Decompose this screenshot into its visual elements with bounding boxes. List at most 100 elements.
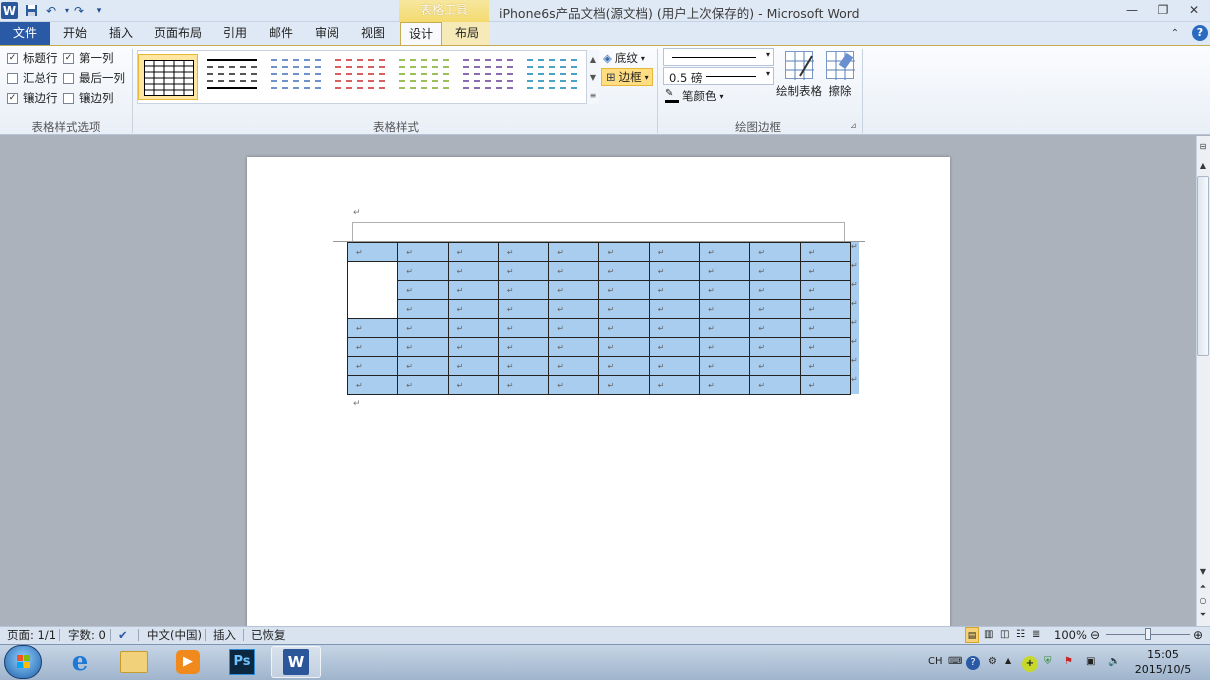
table-cell[interactable]: ↵ [346, 337, 399, 357]
draw-table-button[interactable]: 绘制表格 [776, 51, 822, 111]
outline-view-icon[interactable]: ☷ [1016, 627, 1025, 643]
table-cell[interactable]: ↵ [699, 356, 751, 376]
banded-columns-option[interactable]: 镶边列 [63, 89, 127, 107]
taskbar-ie[interactable]: e [55, 646, 105, 678]
clock-time[interactable]: 15:05 [1128, 648, 1198, 661]
volume-icon[interactable]: 🔈 [1108, 656, 1120, 667]
table-cell[interactable]: ↵ [799, 280, 852, 300]
table-cell[interactable]: ↵ [548, 318, 600, 338]
pen-color-button[interactable]: ✎ 笔颜色 ▾ [665, 88, 724, 104]
table-cell[interactable]: ↵ [749, 375, 801, 395]
table-cell[interactable]: ↵ [799, 261, 852, 281]
table-cell[interactable]: ↵ [346, 375, 399, 395]
table-cell[interactable]: ↵ [749, 318, 801, 338]
table-cell[interactable]: ↵ [598, 261, 650, 281]
table-cell[interactable]: ↵ [548, 356, 600, 376]
table-cell[interactable]: ↵ [497, 356, 550, 376]
eraser-button[interactable]: 擦除 [818, 51, 862, 111]
document-table[interactable]: ↵ ↵ ↵ ↵ ↵ ↵ ↵ ↵ ↵ ↵ ↵ ↵ ↵ ↵ ↵ ↵ ↵ ↵ ↵ ↵ ↵ ↵ ↵ ↵ ↵ ↵ ↵ ↵ ↵ ↵ ↵ ↵ ↵ ↵ ↵ ↵ ↵ ↵ ↵ ↵… [346, 242, 852, 395]
minimize-icon[interactable]: — [1117, 1, 1147, 19]
zoom-in-icon[interactable]: ⊕ [1193, 627, 1203, 643]
zoom-slider-thumb[interactable] [1145, 628, 1151, 640]
help-tray-icon[interactable]: ? [966, 656, 980, 670]
table-cell[interactable]: ↵ [598, 318, 650, 338]
table-cell[interactable]: ↵ [699, 375, 751, 395]
insert-mode-indicator[interactable]: 插入 [213, 627, 236, 643]
table-style-thumb[interactable] [394, 54, 454, 100]
full-screen-reading-icon[interactable]: ▥ [984, 627, 993, 643]
table-cell[interactable]: ↵ [397, 242, 449, 262]
table-cell[interactable]: ↵ [699, 318, 751, 338]
dialog-launcher-icon[interactable]: ⊿ [850, 121, 857, 130]
tab-insert[interactable]: 插入 [102, 22, 140, 45]
zoom-level[interactable]: 100% [1054, 627, 1087, 643]
table-cell[interactable]: ↵ [397, 299, 449, 319]
table-cell[interactable]: ↵ [497, 261, 550, 281]
header-row-option[interactable]: ✓ 标题行 [7, 49, 67, 67]
table-cell[interactable]: ↵ [397, 375, 449, 395]
table-cell[interactable]: ↵ [598, 337, 650, 357]
merged-cell[interactable] [346, 261, 399, 319]
table-cell[interactable]: ↵ [497, 318, 550, 338]
table-cell[interactable]: ↵ [447, 375, 499, 395]
tab-layout[interactable]: 布局 [448, 22, 486, 45]
table-cell[interactable]: ↵ [497, 280, 550, 300]
table-cell[interactable]: ↵ [799, 318, 852, 338]
shading-button[interactable]: ◈ 底纹 ▾ [603, 50, 645, 66]
keyboard-icon[interactable]: ⌨ [948, 656, 962, 667]
zoom-out-icon[interactable]: ⊖ [1090, 627, 1100, 643]
table-cell[interactable]: ↵ [447, 337, 499, 357]
table-style-thumb[interactable] [522, 54, 582, 100]
web-layout-icon[interactable]: ◫ [1000, 627, 1009, 643]
table-cell[interactable]: ↵ [598, 280, 650, 300]
draft-view-icon[interactable]: ≣ [1032, 627, 1040, 643]
table-cell[interactable]: ↵ [548, 299, 600, 319]
table-cell[interactable]: ↵ [397, 356, 449, 376]
gallery-scroll-controls[interactable]: ▲ ▼ ≡ [586, 50, 599, 104]
table-style-thumb[interactable] [266, 54, 326, 100]
table-cell[interactable]: ↵ [598, 242, 650, 262]
save-icon[interactable] [22, 2, 40, 19]
checkbox-icon[interactable] [63, 72, 74, 84]
last-column-option[interactable]: 最后一列 [63, 69, 127, 87]
tab-references[interactable]: 引用 [216, 22, 254, 45]
table-cell[interactable]: ↵ [447, 242, 499, 262]
collapse-ribbon-icon[interactable]: ⌃ [1166, 25, 1184, 43]
previous-page-icon[interactable]: ⏶ [1198, 582, 1208, 592]
checkbox-checked-icon[interactable]: ✓ [7, 92, 18, 104]
total-row-option[interactable]: 汇总行 [7, 69, 67, 87]
table-cell[interactable]: ↵ [548, 375, 600, 395]
action-center-icon[interactable]: ⚑ [1064, 656, 1073, 667]
table-cell[interactable]: ↵ [497, 375, 550, 395]
start-button[interactable] [4, 645, 42, 679]
security-plus-icon[interactable]: + [1022, 656, 1038, 672]
tab-review[interactable]: 审阅 [308, 22, 346, 45]
table-cell[interactable]: ↵ [699, 280, 751, 300]
table-cell[interactable]: ↵ [598, 356, 650, 376]
close-icon[interactable]: ✕ [1179, 1, 1209, 19]
table-cell[interactable]: ↵ [598, 375, 650, 395]
next-page-icon[interactable]: ⏷ [1198, 610, 1208, 620]
table-cell[interactable]: ↵ [749, 280, 801, 300]
table-cell[interactable]: ↵ [648, 242, 701, 262]
print-layout-icon[interactable]: ▤ [965, 627, 979, 643]
table-cell[interactable]: ↵ [799, 337, 852, 357]
checkbox-icon[interactable] [63, 92, 74, 104]
table-cell[interactable]: ↵ [648, 261, 701, 281]
customize-qat-icon[interactable]: ▾ [90, 2, 108, 19]
proofing-icon[interactable]: ✔ [118, 627, 128, 643]
table-cell[interactable]: ↵ [699, 261, 751, 281]
table-cell[interactable]: ↵ [548, 280, 600, 300]
table-cell[interactable]: ↵ [548, 337, 600, 357]
restore-icon[interactable]: ❐ [1148, 1, 1178, 19]
table-cell[interactable]: ↵ [497, 299, 550, 319]
table-cell[interactable]: ↵ [749, 242, 801, 262]
scroll-down-icon[interactable]: ▼ [1198, 567, 1208, 576]
table-cell[interactable]: ↵ [497, 242, 550, 262]
view-ruler-icon[interactable]: ⊟ [1198, 142, 1208, 151]
checkbox-checked-icon[interactable]: ✓ [7, 52, 18, 64]
table-cell[interactable]: ↵ [699, 337, 751, 357]
table-cell[interactable]: ↵ [648, 356, 701, 376]
tab-file[interactable]: 文件 [0, 22, 50, 45]
table-cell[interactable]: ↵ [699, 242, 751, 262]
